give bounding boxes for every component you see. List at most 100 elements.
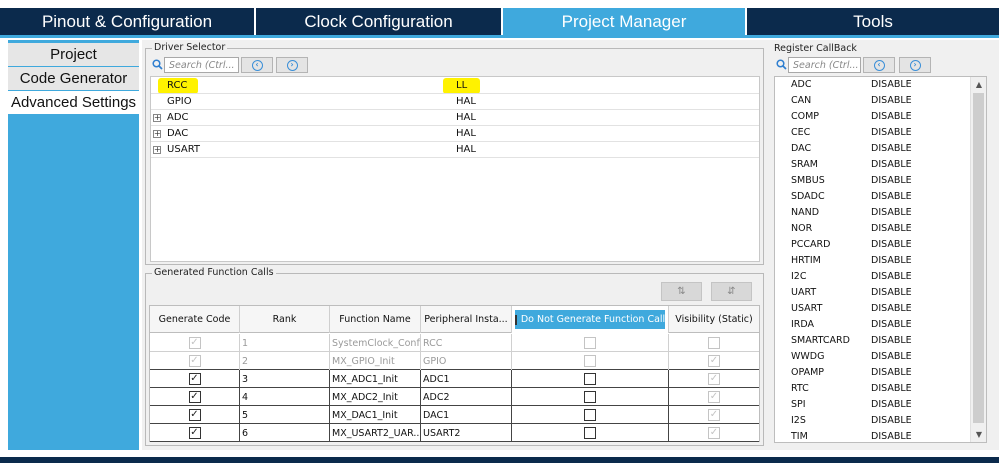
expand-plus-icon[interactable]: + [153, 130, 161, 138]
callback-row[interactable]: SRAM DISABLE [775, 157, 971, 173]
callback-row[interactable]: I2S DISABLE [775, 413, 971, 429]
callback-row[interactable]: SMARTCARD DISABLE [775, 333, 971, 349]
tab-project-manager[interactable]: Project Manager [503, 8, 745, 35]
generate-code-checkbox[interactable]: ✓ [188, 409, 201, 421]
callback-value[interactable]: DISABLE [871, 431, 912, 442]
driver-row[interactable]: + USART HAL [151, 142, 759, 158]
callback-row[interactable]: NOR DISABLE [775, 221, 971, 237]
callback-value[interactable]: DISABLE [871, 95, 912, 106]
callback-name: SMBUS [791, 175, 825, 186]
do-not-generate-all-checkbox[interactable] [515, 314, 517, 325]
callback-value[interactable]: DISABLE [871, 399, 912, 410]
callback-scrollbar[interactable]: ▲ ▼ [970, 77, 986, 442]
scroll-up-arrow-icon[interactable]: ▲ [971, 77, 986, 91]
rank-cell: 4 [240, 388, 330, 406]
nav-item-project[interactable]: Project [8, 43, 139, 66]
callback-value[interactable]: DISABLE [871, 175, 912, 186]
callback-value[interactable]: DISABLE [871, 303, 912, 314]
callback-value[interactable]: DISABLE [871, 127, 912, 138]
col-visibility-static[interactable]: Visibility (Static) [669, 306, 759, 333]
callback-row[interactable]: WWDG DISABLE [775, 349, 971, 365]
callback-value[interactable]: DISABLE [871, 415, 912, 426]
scroll-thumb[interactable] [973, 93, 984, 423]
callback-row[interactable]: COMP DISABLE [775, 109, 971, 125]
callback-row[interactable]: USART DISABLE [775, 301, 971, 317]
driver-row[interactable]: GPIO HAL [151, 94, 759, 110]
callback-row[interactable]: HRTIM DISABLE [775, 253, 971, 269]
callback-row[interactable]: SMBUS DISABLE [775, 173, 971, 189]
do-not-generate-checkbox[interactable] [584, 373, 596, 385]
callback-value[interactable]: DISABLE [871, 383, 912, 394]
driver-row[interactable]: RCC LL [151, 78, 759, 94]
callback-value[interactable]: DISABLE [871, 111, 912, 122]
callback-row[interactable]: CAN DISABLE [775, 93, 971, 109]
driver-row[interactable]: + DAC HAL [151, 126, 759, 142]
move-up-button[interactable]: ⇅ [661, 282, 702, 301]
top-tab-bar: Pinout & Configuration Clock Configurati… [0, 0, 999, 37]
driver-value[interactable]: HAL [456, 96, 476, 107]
callback-row[interactable]: IRDA DISABLE [775, 317, 971, 333]
callback-row[interactable]: DAC DISABLE [775, 141, 971, 157]
callback-row[interactable]: ADC DISABLE [775, 77, 971, 93]
callback-value[interactable]: DISABLE [871, 367, 912, 378]
callback-value[interactable]: DISABLE [871, 255, 912, 266]
generate-code-checkbox[interactable]: ✓ [188, 391, 201, 403]
expand-plus-icon[interactable]: + [153, 114, 161, 122]
callback-row[interactable]: SDADC DISABLE [775, 189, 971, 205]
move-down-button[interactable]: ⇵ [711, 282, 752, 301]
do-not-generate-header[interactable]: Do Not Generate Function Call [515, 310, 665, 329]
callback-row[interactable]: OPAMP DISABLE [775, 365, 971, 381]
callback-value[interactable]: DISABLE [871, 159, 912, 170]
driver-value[interactable]: HAL [456, 128, 476, 139]
driver-search-input[interactable]: Search (Ctrl... [164, 57, 239, 73]
col-peripheral-instance[interactable]: Peripheral Insta... [421, 306, 512, 333]
nav-item-advanced-settings[interactable]: Advanced Settings [8, 91, 139, 114]
generate-code-checkbox[interactable]: ✓ [188, 427, 201, 439]
generate-code-checkbox[interactable]: ✓ [188, 373, 201, 385]
nav-item-code-generator[interactable]: Code Generator [8, 67, 139, 90]
callback-prev-button[interactable]: ‹ [863, 57, 895, 73]
expand-plus-icon[interactable]: + [153, 146, 161, 154]
callback-row[interactable]: PCCARD DISABLE [775, 237, 971, 253]
callback-value[interactable]: DISABLE [871, 79, 912, 90]
col-rank[interactable]: Rank [240, 306, 330, 333]
driver-value[interactable]: HAL [456, 144, 476, 155]
driver-value[interactable]: HAL [456, 112, 476, 123]
callback-value[interactable]: DISABLE [871, 335, 912, 346]
callback-value[interactable]: DISABLE [871, 191, 912, 202]
callback-row[interactable]: CEC DISABLE [775, 125, 971, 141]
callback-value[interactable]: DISABLE [871, 319, 912, 330]
driver-row[interactable]: + ADC HAL [151, 110, 759, 126]
callback-value[interactable]: DISABLE [871, 287, 912, 298]
callback-row[interactable]: SPI DISABLE [775, 397, 971, 413]
do-not-generate-checkbox[interactable] [584, 391, 596, 403]
tab-pinout-configuration[interactable]: Pinout & Configuration [0, 8, 254, 35]
callback-value[interactable]: DISABLE [871, 351, 912, 362]
scroll-down-arrow-icon[interactable]: ▼ [971, 427, 986, 441]
callback-value[interactable]: DISABLE [871, 207, 912, 218]
tab-clock-configuration[interactable]: Clock Configuration [256, 8, 501, 35]
callback-next-button[interactable]: › [899, 57, 931, 73]
table-row[interactable]: ✓ 4 MX_ADC2_Init ADC2 ✓ [150, 388, 759, 406]
callback-row[interactable]: NAND DISABLE [775, 205, 971, 221]
callback-row[interactable]: TIM DISABLE [775, 429, 971, 442]
callback-value[interactable]: DISABLE [871, 143, 912, 154]
driver-next-button[interactable]: › [276, 57, 308, 73]
do-not-generate-checkbox[interactable] [584, 427, 596, 439]
callback-row[interactable]: UART DISABLE [775, 285, 971, 301]
callback-value[interactable]: DISABLE [871, 271, 912, 282]
callback-row[interactable]: I2C DISABLE [775, 269, 971, 285]
driver-value[interactable]: LL [456, 80, 467, 91]
table-row[interactable]: ✓ 3 MX_ADC1_Init ADC1 ✓ [150, 370, 759, 388]
callback-value[interactable]: DISABLE [871, 223, 912, 234]
callback-search-input[interactable]: Search (Ctrl... [788, 57, 861, 73]
callback-value[interactable]: DISABLE [871, 239, 912, 250]
tab-tools[interactable]: Tools [747, 8, 999, 35]
callback-row[interactable]: RTC DISABLE [775, 381, 971, 397]
table-row[interactable]: ✓ 5 MX_DAC1_Init DAC1 ✓ [150, 406, 759, 424]
driver-prev-button[interactable]: ‹ [241, 57, 273, 73]
col-function-name[interactable]: Function Name [330, 306, 421, 333]
col-generate-code[interactable]: Generate Code [150, 306, 240, 333]
table-row[interactable]: ✓ 6 MX_USART2_UAR... USART2 ✓ [150, 424, 759, 442]
do-not-generate-checkbox[interactable] [584, 409, 596, 421]
